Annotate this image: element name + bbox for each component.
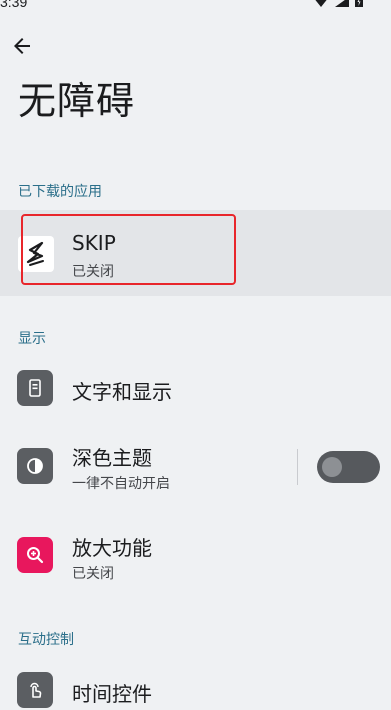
list-item-title: SKIP [72, 231, 116, 255]
section-header-downloaded-apps: 已下载的应用 [18, 184, 102, 200]
list-item-subtitle: 一律不自动开启 [72, 476, 170, 492]
back-button[interactable] [8, 34, 36, 62]
accessibility-settings-screen: 3:39 无障碍 已下载的应用 SKIP 已关闭 显示 文字和显示 深色主题 一… [0, 0, 391, 710]
list-item-title: 深色主题 [72, 446, 152, 470]
list-item-title: 放大功能 [72, 536, 152, 560]
signal-icon [335, 0, 349, 13]
list-item-subtitle: 已关闭 [72, 566, 114, 582]
wifi-icon [313, 0, 329, 13]
magnify-icon [17, 537, 53, 573]
list-item-text-and-display[interactable]: 文字和显示 [0, 352, 391, 424]
text-display-icon [17, 370, 53, 406]
section-header-interaction-controls: 互动控制 [18, 632, 74, 648]
skip-app-icon [18, 236, 54, 272]
arrow-left-icon [10, 34, 34, 62]
dark-theme-toggle[interactable] [317, 451, 380, 483]
list-item-title: 文字和显示 [72, 380, 172, 404]
list-item-title: 时间控件 [72, 682, 152, 706]
section-header-display: 显示 [18, 331, 46, 347]
status-time: 3:39 [0, 0, 28, 10]
toggle-divider [297, 449, 298, 485]
battery-icon [355, 0, 363, 13]
touch-timing-icon [17, 672, 53, 708]
page-title: 无障碍 [18, 79, 136, 123]
status-icons [313, 0, 363, 13]
list-item-subtitle: 已关闭 [72, 264, 114, 280]
status-bar: 3:39 [0, 0, 391, 14]
list-item-skip[interactable]: SKIP 已关闭 [0, 210, 391, 296]
toggle-knob [322, 457, 342, 477]
dark-theme-icon [17, 448, 53, 484]
list-item-timing-controls[interactable]: 时间控件 [0, 654, 391, 710]
list-item-magnification[interactable]: 放大功能 已关闭 [0, 519, 391, 591]
